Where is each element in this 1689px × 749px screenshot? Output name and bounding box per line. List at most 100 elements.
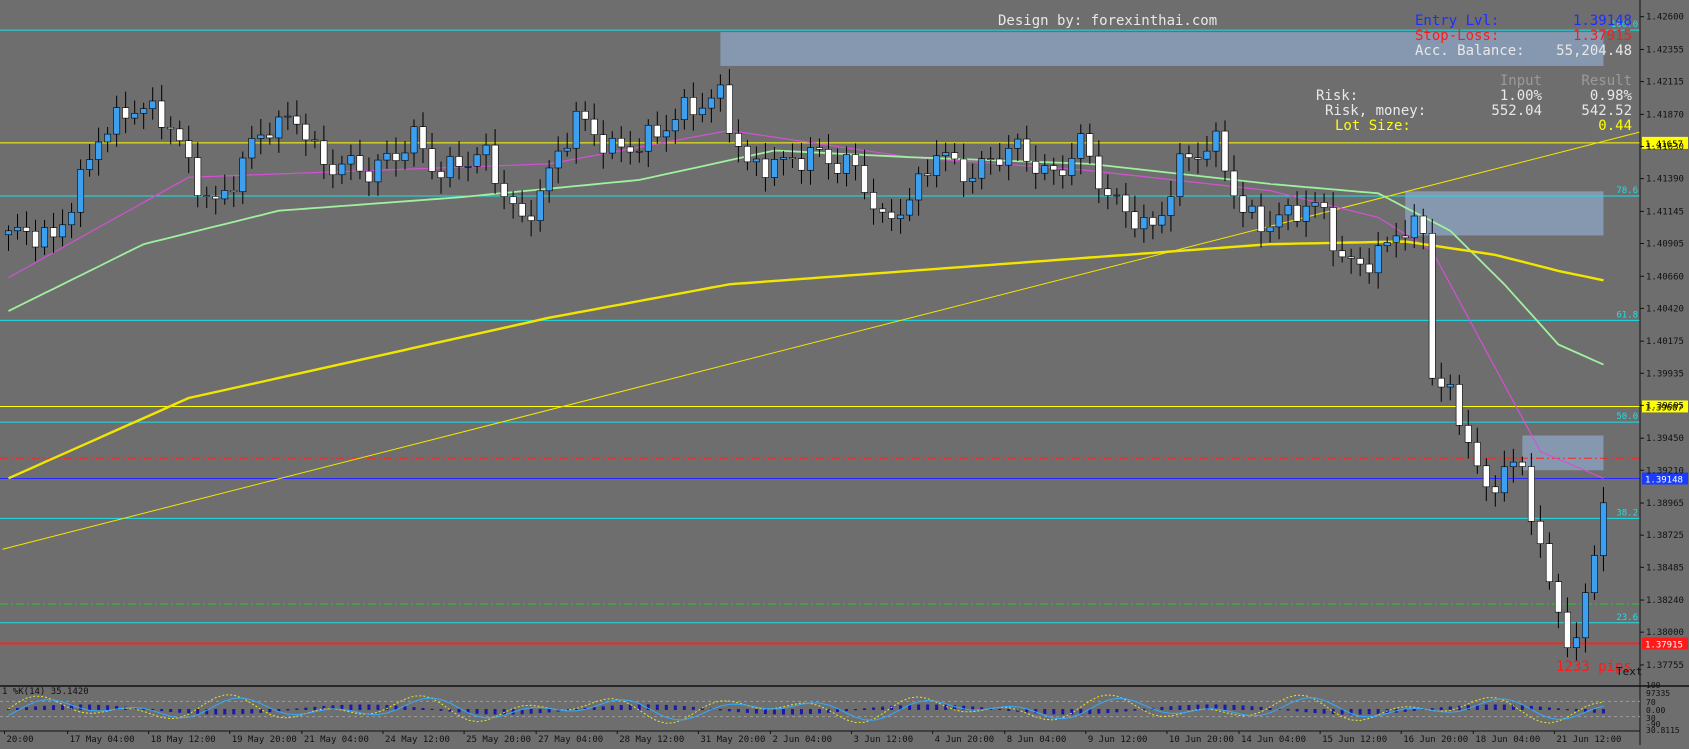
- candle-body-62: [563, 147, 571, 152]
- candle-body-129: [1167, 196, 1175, 216]
- candle-body-29: [266, 134, 274, 139]
- candle-body-108: [978, 158, 986, 179]
- candle-body-32: [293, 115, 301, 125]
- time-tick-1: 17 May 04:00: [70, 735, 135, 745]
- indicator-bar-25: [232, 709, 236, 715]
- indicator-bar-24: [223, 709, 227, 715]
- candle-body-1: [14, 227, 21, 232]
- indicator-bar-115: [1043, 709, 1047, 714]
- indicator-bar-55: [502, 709, 506, 715]
- design-credit: Design by: forexinthai.com: [998, 13, 1217, 29]
- lot-size-label: Lot Size:: [1335, 118, 1411, 134]
- candle-body-59: [536, 190, 544, 221]
- risk-result: 0.98%: [1590, 88, 1633, 104]
- candle-body-43: [392, 153, 400, 161]
- indicator-bar-29: [268, 709, 272, 713]
- indicator-bar-39: [358, 704, 362, 710]
- candle-body-21: [194, 157, 202, 196]
- candle-body-106: [960, 158, 968, 182]
- candle-body-79: [716, 84, 724, 99]
- indicator-bar-45: [412, 707, 416, 710]
- time-tick-3: 19 May 20:00: [232, 735, 297, 745]
- candle-body-50: [455, 156, 463, 167]
- candle-body-152: [1374, 245, 1382, 274]
- candle-body-17: [158, 100, 166, 128]
- candle-body-16: [149, 100, 157, 110]
- fib-label-38.2: 38.2: [1616, 508, 1638, 518]
- indicator-bar-48: [439, 709, 443, 711]
- candle-body-71: [644, 124, 652, 152]
- indicator-bar-42: [385, 705, 389, 710]
- indicator-bar-72: [655, 704, 659, 710]
- indicator-bar-60: [547, 709, 551, 713]
- price-tick-9: 1.40420: [1646, 304, 1684, 314]
- candle-body-137: [1239, 195, 1247, 213]
- price-tick-7: 1.40905: [1646, 239, 1684, 249]
- candle-body-68: [617, 137, 625, 148]
- candle-body-121: [1095, 155, 1103, 190]
- indicator-bar-81: [736, 709, 740, 713]
- price-chart[interactable]: 100.078.661.850.038.223.6 1.416571.39687…: [0, 0, 1689, 745]
- candle-body-48: [437, 171, 445, 179]
- indicator-bar-19: [178, 709, 182, 713]
- candle-body-176: [1590, 555, 1598, 594]
- candle-body-138: [1248, 205, 1256, 213]
- stop-value: 1.37915: [1573, 28, 1632, 44]
- candle-body-6: [59, 224, 67, 238]
- candle-body-160: [1446, 384, 1454, 388]
- candle-body-132: [1194, 157, 1202, 160]
- indicator-bar-84: [763, 709, 767, 715]
- candle-body-105: [951, 152, 959, 160]
- text-object: Text: [1616, 665, 1643, 678]
- candle-body-103: [933, 155, 941, 176]
- candle-body-92: [834, 163, 841, 174]
- indicator-bar-27: [250, 709, 254, 714]
- candle-body-10: [95, 141, 103, 160]
- candle-body-93: [843, 154, 850, 174]
- indicator-bar-122: [1106, 709, 1110, 714]
- fib-label-50.0: 50.0: [1616, 412, 1638, 422]
- candle-body-146: [1320, 202, 1328, 208]
- indicator-bar-26: [241, 709, 245, 715]
- candle-body-91: [825, 149, 832, 164]
- candle-body-37: [338, 163, 346, 176]
- candle-body-165: [1491, 486, 1499, 494]
- time-tick-6: 25 May 20:00: [466, 735, 531, 745]
- stop-label: Stop-Loss:: [1415, 28, 1499, 44]
- indicator-bar-5: [52, 705, 56, 710]
- indicator-bar-2: [25, 707, 29, 710]
- candle-body-96: [870, 192, 878, 210]
- candle-body-63: [572, 110, 580, 149]
- candle-body-135: [1221, 130, 1229, 172]
- indicator-bar-47: [430, 708, 434, 710]
- indicator-bar-172: [1556, 708, 1560, 710]
- candle-body-2: [23, 227, 30, 232]
- candle-body-162: [1464, 425, 1472, 443]
- price-tick-14: 1.39210: [1646, 466, 1684, 476]
- indicator-bar-144: [1304, 709, 1308, 713]
- time-tick-16: 14 Jun 04:00: [1241, 735, 1306, 745]
- candle-body-98: [888, 211, 896, 219]
- indicator-label: 1 %K(14) 35.1420: [2, 687, 89, 697]
- candle-body-122: [1104, 188, 1112, 196]
- candle-body-19: [176, 128, 184, 141]
- indicator-bar-59: [538, 709, 542, 714]
- candle-body-143: [1293, 204, 1301, 222]
- candle-body-90: [816, 147, 823, 150]
- col-result-header: Result: [1581, 73, 1632, 89]
- time-tick-9: 31 May 20:00: [700, 735, 765, 745]
- indicator-bar-33: [304, 707, 308, 710]
- candle-body-114: [1032, 160, 1040, 174]
- indicator-bar-131: [1187, 705, 1191, 710]
- chart-window[interactable]: 100.0 78.6 61.8 50.0 38.2 23.6 1.41657 1.39687…: [0, 0, 1689, 745]
- time-tick-18: 16 Jun 20:00: [1403, 735, 1468, 745]
- candle-body-34: [311, 139, 319, 142]
- candle-body-39: [356, 155, 364, 172]
- candle-body-61: [554, 150, 562, 169]
- indicator-bar-67: [610, 705, 614, 710]
- candle-body-123: [1113, 194, 1121, 197]
- indicator-bar-23: [214, 709, 218, 715]
- candle-body-168: [1518, 461, 1526, 467]
- indicator-bar-159: [1439, 707, 1443, 710]
- indicator-bar-40: [367, 704, 371, 710]
